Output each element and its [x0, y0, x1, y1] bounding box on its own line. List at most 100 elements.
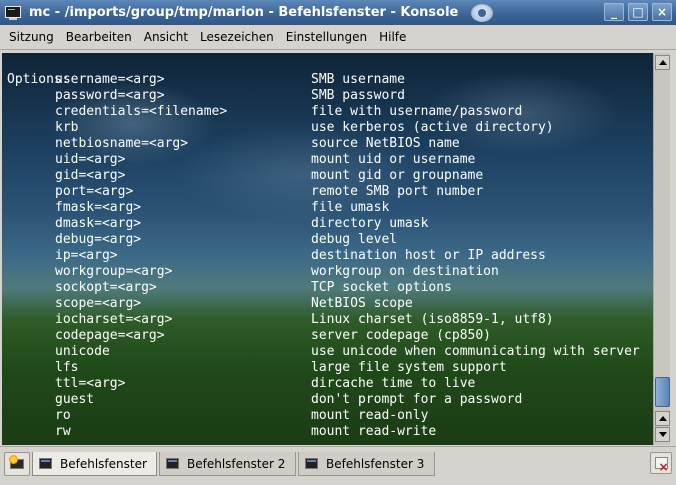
option-name: gid=<arg>	[55, 168, 126, 183]
tab-label: Befehlsfenster	[60, 456, 147, 471]
scroll-up-button[interactable]	[655, 55, 670, 70]
option-name: debug=<arg>	[55, 232, 142, 247]
option-name: netbiosname=<arg>	[55, 136, 189, 151]
terminal-line: iocharset=<arg> Linux charset (iso8859-1,…	[2, 312, 653, 328]
menu-lesezeichen[interactable]: Lesezeichen	[194, 30, 280, 44]
option-description: mount gid or groupname	[311, 168, 484, 183]
menu-hilfe[interactable]: Hilfe	[373, 30, 412, 44]
tab-label: Befehlsfenster 2	[187, 456, 286, 471]
konsole-icon[interactable]	[5, 5, 23, 21]
option-description: dircache time to live	[311, 376, 476, 391]
tab-befehlsfenster-2[interactable]: Befehlsfenster 2	[159, 452, 296, 476]
option-name: guest	[55, 392, 95, 407]
option-name: ro	[55, 408, 71, 423]
tab-label: Befehlsfenster 3	[326, 456, 425, 471]
terminal-line: credentials=<filename> file with username…	[2, 104, 653, 120]
terminal-area[interactable]: Options: username=<arg> SMB username passw…	[2, 53, 653, 445]
scroll-up-button-lower[interactable]	[655, 411, 670, 426]
option-name: dmask=<arg>	[55, 216, 142, 231]
terminal-line: port=<arg> remote SMB port number	[2, 184, 653, 200]
arrow-down-icon	[658, 432, 667, 437]
terminal-icon	[305, 458, 318, 469]
terminal-line: ttl=<arg> dircache time to live	[2, 376, 653, 392]
session-tab-bar: Befehlsfenster Befehlsfenster 2 Befehlsf…	[0, 446, 676, 485]
option-description: don't prompt for a password	[311, 392, 523, 407]
terminal-icon	[39, 458, 52, 469]
terminal-line: username=<arg> SMB username	[2, 72, 653, 88]
option-description: large file system support	[311, 360, 507, 375]
option-description: destination host or IP address	[311, 248, 546, 263]
terminal-line: sockopt=<arg> TCP socket options	[2, 280, 653, 296]
option-name: scope=<arg>	[55, 296, 142, 311]
menu-ansicht[interactable]: Ansicht	[138, 30, 194, 44]
terminal-line: guest don't prompt for a password	[2, 392, 653, 408]
menu-sitzung[interactable]: Sitzung	[3, 30, 60, 44]
option-description: remote SMB port number	[311, 184, 484, 199]
option-description: SMB password	[311, 88, 405, 103]
option-name: password=<arg>	[55, 88, 165, 103]
close-session-button[interactable]	[650, 452, 672, 474]
scroll-thumb[interactable]	[655, 377, 670, 407]
arrow-up-icon	[658, 60, 667, 65]
option-name: port=<arg>	[55, 184, 134, 199]
window-title: mc - /imports/group/tmp/marion - Befehls…	[29, 5, 459, 20]
option-description: file with username/password	[311, 104, 523, 119]
terminal-line: codepage=<arg> server codepage (cp850)	[2, 328, 653, 344]
option-name: krb	[55, 120, 79, 135]
title-bar[interactable]: mc - /imports/group/tmp/marion - Befehls…	[0, 0, 676, 25]
scroll-down-button[interactable]	[655, 427, 670, 442]
option-name: credentials=<filename>	[55, 104, 228, 119]
option-name: sockopt=<arg>	[55, 280, 157, 295]
terminal-line: password=<arg> SMB password	[2, 88, 653, 104]
terminal-line: workgroup=<arg> workgroup on destination	[2, 264, 653, 280]
option-name: codepage=<arg>	[55, 328, 165, 343]
terminal-line: krb use kerberos (active directory)	[2, 120, 653, 136]
terminal-header-line: Options:	[2, 56, 653, 87]
option-name: uid=<arg>	[55, 152, 126, 167]
menu-bar: Sitzung Bearbeiten Ansicht Lesezeichen E…	[0, 25, 676, 50]
option-description: workgroup on destination	[311, 264, 499, 279]
option-description: directory umask	[311, 216, 429, 231]
option-description: use kerberos (active directory)	[311, 120, 554, 135]
arrow-up-icon	[658, 416, 667, 421]
terminal-line: ro mount read-only	[2, 408, 653, 424]
vertical-scrollbar[interactable]	[653, 53, 670, 445]
maximize-button[interactable]: □	[628, 3, 648, 21]
new-session-button[interactable]	[4, 452, 30, 476]
terminal-icon	[166, 458, 179, 469]
option-description: mount read-only	[311, 408, 429, 423]
option-name: workgroup=<arg>	[55, 264, 173, 279]
option-description: Linux charset (iso8859-1, utf8)	[311, 312, 554, 327]
close-session-icon	[654, 457, 669, 473]
terminal-line: ip=<arg> destination host or IP address	[2, 248, 653, 264]
terminal-line: netbiosname=<arg> source NetBIOS name	[2, 136, 653, 152]
terminal-line: debug=<arg> debug level	[2, 232, 653, 248]
option-name: rw	[55, 424, 71, 439]
option-description: server codepage (cp850)	[311, 328, 492, 343]
option-description: file umask	[311, 200, 390, 215]
option-description: TCP socket options	[311, 280, 452, 295]
option-description: source NetBIOS name	[311, 136, 460, 151]
terminal-line: rw mount read-write	[2, 424, 653, 440]
terminal-line: dmask=<arg> directory umask	[2, 216, 653, 232]
menu-einstellungen[interactable]: Einstellungen	[280, 30, 373, 44]
option-name: fmask=<arg>	[55, 200, 142, 215]
close-button[interactable]: ×	[652, 3, 672, 21]
terminal-line: scope=<arg> NetBIOS scope	[2, 296, 653, 312]
minimize-button[interactable]: _	[604, 3, 624, 21]
option-description: mount uid or username	[311, 152, 476, 167]
star-icon	[9, 455, 18, 464]
tab-befehlsfenster-3[interactable]: Befehlsfenster 3	[298, 452, 435, 476]
terminal-line: gid=<arg> mount gid or groupname	[2, 168, 653, 184]
option-description: debug level	[311, 232, 398, 247]
sticky-icon[interactable]	[471, 3, 494, 22]
option-name: iocharset=<arg>	[55, 312, 173, 327]
terminal-line: uid=<arg> mount uid or username	[2, 152, 653, 168]
terminal-line: unicode use unicode when communicating wi…	[2, 344, 653, 360]
option-name: ip=<arg>	[55, 248, 118, 263]
tab-befehlsfenster[interactable]: Befehlsfenster	[32, 452, 157, 476]
option-name: username=<arg>	[55, 72, 165, 87]
option-name: unicode	[55, 344, 110, 359]
option-name: lfs	[55, 360, 79, 375]
menu-bearbeiten[interactable]: Bearbeiten	[60, 30, 138, 44]
